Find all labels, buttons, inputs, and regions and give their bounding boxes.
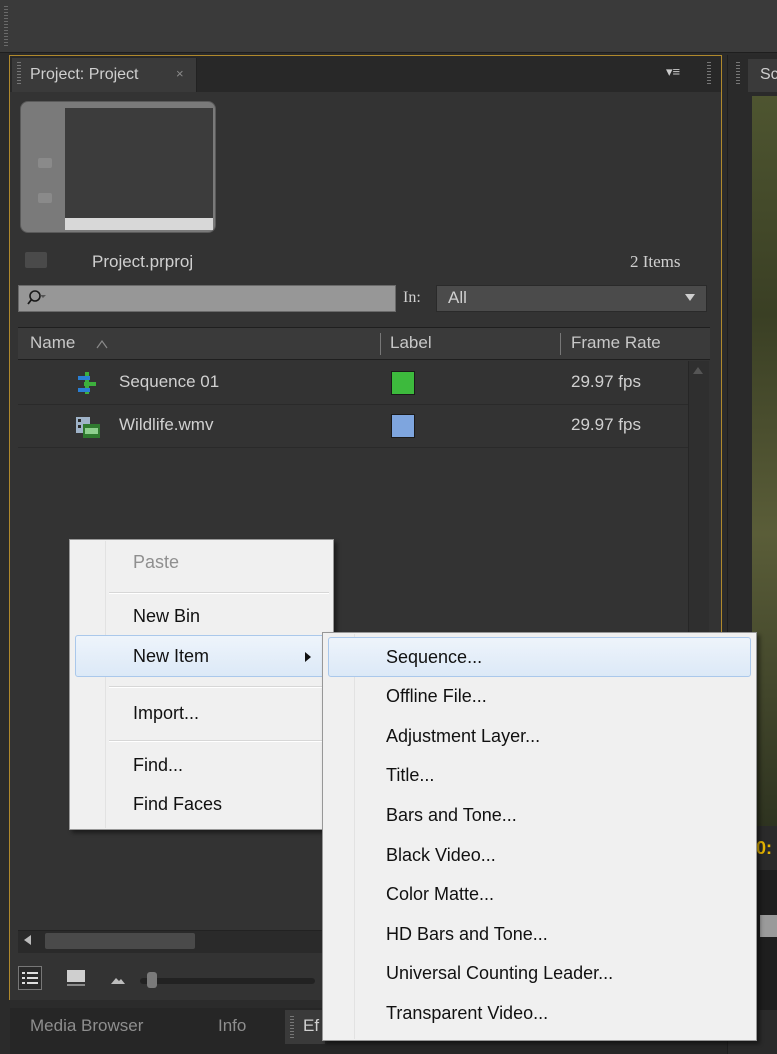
column-header-frame-rate[interactable]: Frame Rate	[571, 333, 661, 353]
search-input[interactable]	[18, 285, 396, 312]
thumbnail-preview	[65, 108, 213, 218]
top-panel-strip	[0, 0, 777, 53]
thumbnail-scrub-bar	[65, 218, 213, 230]
folder-icon[interactable]	[25, 252, 47, 268]
tab-effects-label: Ef	[303, 1016, 320, 1035]
scroll-up-icon[interactable]	[693, 367, 703, 374]
menu-separator	[109, 592, 329, 594]
menu-item-adjustment-layer[interactable]: Adjustment Layer...	[386, 726, 540, 747]
item-frame-rate: 29.97 fps	[571, 415, 641, 434]
project-file-name: Project.prproj	[92, 252, 194, 271]
item-name: Sequence 01	[119, 372, 220, 391]
menu-item-sequence[interactable]: Sequence...	[386, 647, 482, 668]
menu-item-offline-file[interactable]: Offline File...	[386, 686, 487, 707]
zoom-slider[interactable]	[140, 978, 315, 984]
sort-ascending-icon[interactable]	[96, 339, 108, 349]
sequence-icon	[78, 372, 96, 394]
menu-item-hd-bars-and-tone[interactable]: HD Bars and Tone...	[386, 924, 548, 945]
menu-item-new-item[interactable]: New Item	[133, 646, 209, 667]
list-view-icon[interactable]	[18, 966, 42, 990]
menu-item-bars-and-tone[interactable]: Bars and Tone...	[386, 805, 517, 826]
timecode-display[interactable]: 0:	[756, 838, 772, 859]
menu-item-find-faces[interactable]: Find Faces	[133, 794, 222, 815]
context-menu	[69, 539, 334, 830]
menu-item-new-bin[interactable]: New Bin	[133, 606, 200, 627]
tab-media-browser[interactable]: Media Browser	[30, 1016, 143, 1036]
thumbnail-play-icon	[38, 193, 52, 203]
item-name: Wildlife.wmv	[119, 415, 214, 434]
tab-close-icon[interactable]: ×	[176, 66, 184, 81]
horizontal-scroll-thumb[interactable]	[45, 933, 195, 949]
item-frame-rate: 29.97 fps	[571, 372, 641, 391]
in-filter-label: In:	[403, 289, 421, 306]
column-header-label[interactable]: Label	[390, 333, 432, 353]
menu-item-paste: Paste	[133, 552, 180, 572]
menu-item-color-matte[interactable]: Color Matte...	[386, 884, 494, 905]
items-count: 2 Items	[630, 252, 681, 271]
label-color-swatch[interactable]	[391, 414, 415, 438]
tab-project-label: Project: Project	[30, 66, 139, 83]
column-header-name[interactable]: Name	[30, 333, 75, 353]
menu-separator	[109, 740, 329, 742]
menu-separator	[109, 686, 329, 688]
zoom-slider-handle[interactable]	[147, 972, 157, 988]
icon-view-icon[interactable]	[66, 969, 86, 987]
menu-icon-gutter	[324, 634, 355, 1039]
tab-grip[interactable]	[17, 62, 21, 86]
menu-item-black-video[interactable]: Black Video...	[386, 845, 496, 866]
tab-source-label: Sc	[760, 66, 777, 83]
video-clip-icon	[76, 417, 100, 438]
thumbnail-poster-icon	[38, 158, 52, 168]
menu-item-import[interactable]: Import...	[133, 703, 199, 724]
panel-grip-right[interactable]	[707, 62, 711, 86]
in-filter-value: All	[448, 288, 467, 307]
chevron-down-icon[interactable]	[685, 294, 695, 301]
search-icon[interactable]	[26, 287, 48, 309]
menu-item-universal-counting-leader[interactable]: Universal Counting Leader...	[386, 963, 613, 984]
scroll-left-icon[interactable]	[24, 935, 31, 945]
menu-item-transparent-video[interactable]: Transparent Video...	[386, 1003, 548, 1024]
panel-grip[interactable]	[4, 6, 8, 48]
tab-info[interactable]: Info	[218, 1016, 246, 1036]
in-filter-select[interactable]	[436, 285, 707, 312]
panel-menu-icon[interactable]: ▾≡	[660, 62, 686, 82]
monitor-control-button[interactable]	[760, 915, 777, 937]
menu-item-find[interactable]: Find...	[133, 755, 183, 776]
menu-icon-gutter	[71, 541, 106, 828]
column-divider[interactable]	[380, 333, 381, 355]
submenu-arrow-icon	[305, 652, 311, 662]
label-color-swatch[interactable]	[391, 371, 415, 395]
tab-grip[interactable]	[290, 1016, 294, 1040]
column-divider[interactable]	[560, 333, 561, 355]
zoom-out-icon[interactable]	[110, 975, 126, 985]
menu-item-title[interactable]: Title...	[386, 765, 434, 786]
panel-grip[interactable]	[736, 62, 740, 86]
